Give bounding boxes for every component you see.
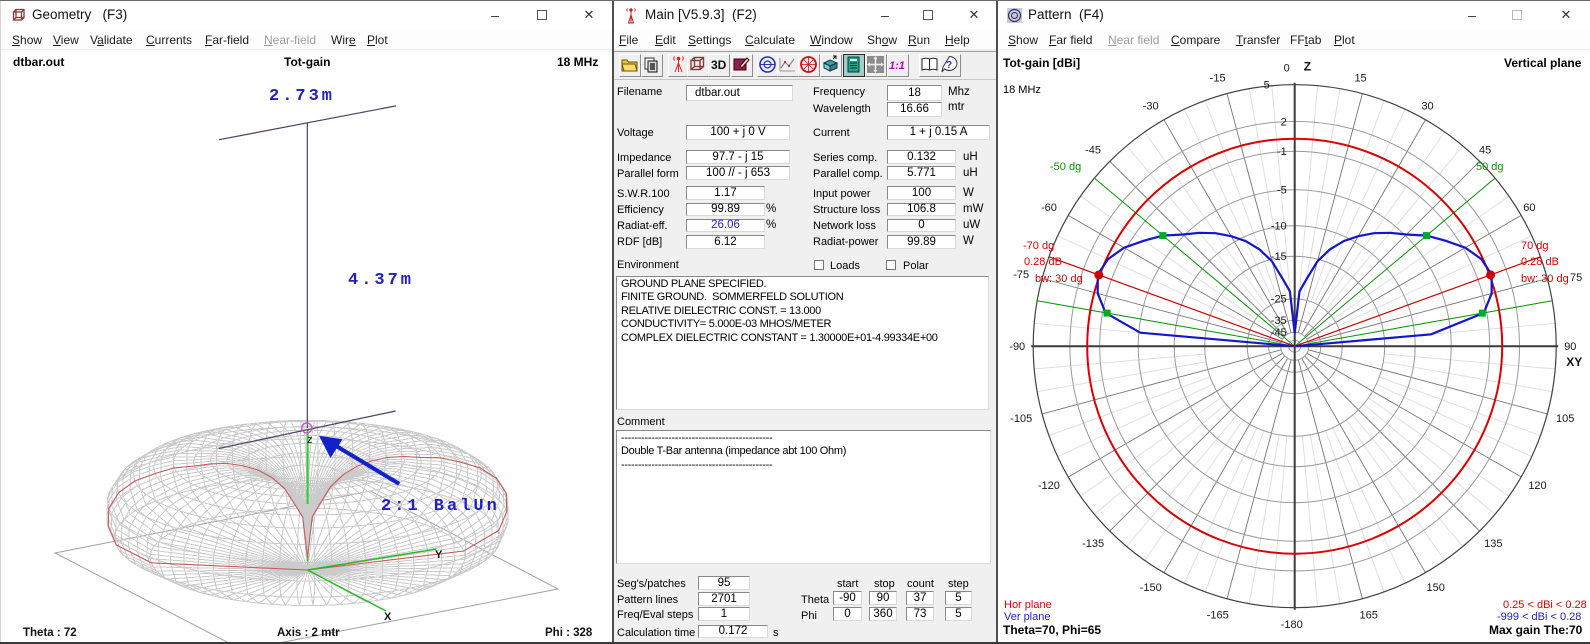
svg-text:-60: -60: [1041, 202, 1057, 214]
svg-text:5: 5: [1264, 80, 1270, 92]
svg-text:45: 45: [1479, 145, 1491, 157]
svg-text:2: 2: [1281, 116, 1287, 128]
svg-text:bw: 30 dg: bw: 30 dg: [1521, 273, 1569, 285]
svg-text:?: ?: [946, 60, 952, 71]
svg-text:150: 150: [1427, 582, 1445, 594]
svg-text:-105: -105: [1010, 413, 1032, 425]
svg-text:Z: Z: [1304, 60, 1311, 74]
svg-text:1:1: 1:1: [889, 60, 905, 72]
svg-text:-30: -30: [1143, 100, 1159, 112]
svg-text:165: 165: [1360, 610, 1378, 622]
svg-text:-165: -165: [1207, 610, 1229, 622]
svg-text:105: 105: [1556, 413, 1574, 425]
svg-text:X: X: [384, 611, 392, 623]
svg-text:0.28 dB: 0.28 dB: [1521, 256, 1559, 268]
svg-text:-15: -15: [1210, 73, 1226, 85]
svg-text:-45: -45: [1271, 327, 1287, 339]
svg-text:-35: -35: [1271, 315, 1287, 327]
svg-text:75: 75: [1570, 272, 1582, 284]
svg-text:50 dg: 50 dg: [1476, 161, 1504, 173]
svg-text:60: 60: [1523, 202, 1535, 214]
svg-text:90: 90: [1564, 341, 1576, 353]
svg-text:-90: -90: [1009, 341, 1025, 353]
svg-text:135: 135: [1484, 538, 1502, 550]
svg-text:15: 15: [1354, 73, 1366, 85]
svg-text:-135: -135: [1082, 538, 1104, 550]
svg-text:-45: -45: [1085, 145, 1101, 157]
svg-text:-5: -5: [1277, 185, 1287, 197]
svg-text:70 dg: 70 dg: [1521, 240, 1549, 252]
svg-text:XY: XY: [1566, 355, 1582, 369]
svg-text:120: 120: [1528, 480, 1546, 492]
svg-text:-180: -180: [1281, 619, 1303, 631]
svg-text:-25: -25: [1271, 294, 1287, 306]
svg-text:Y: Y: [435, 549, 443, 561]
svg-text:0.28 dB: 0.28 dB: [1024, 256, 1062, 268]
svg-text:0: 0: [1284, 63, 1290, 75]
svg-text:-1: -1: [1277, 146, 1287, 158]
svg-text:-15: -15: [1271, 251, 1287, 263]
svg-text:30: 30: [1421, 100, 1433, 112]
svg-text:-75: -75: [1013, 269, 1029, 281]
svg-text:-70 dg: -70 dg: [1023, 240, 1054, 252]
svg-text:z: z: [307, 434, 313, 446]
svg-text:3D: 3D: [711, 58, 727, 72]
svg-text:bw: 30 dg: bw: 30 dg: [1035, 273, 1083, 285]
svg-text:-120: -120: [1038, 480, 1060, 492]
svg-text:-50 dg: -50 dg: [1050, 161, 1081, 173]
svg-text:-150: -150: [1140, 582, 1162, 594]
svg-text:-10: -10: [1271, 221, 1287, 233]
